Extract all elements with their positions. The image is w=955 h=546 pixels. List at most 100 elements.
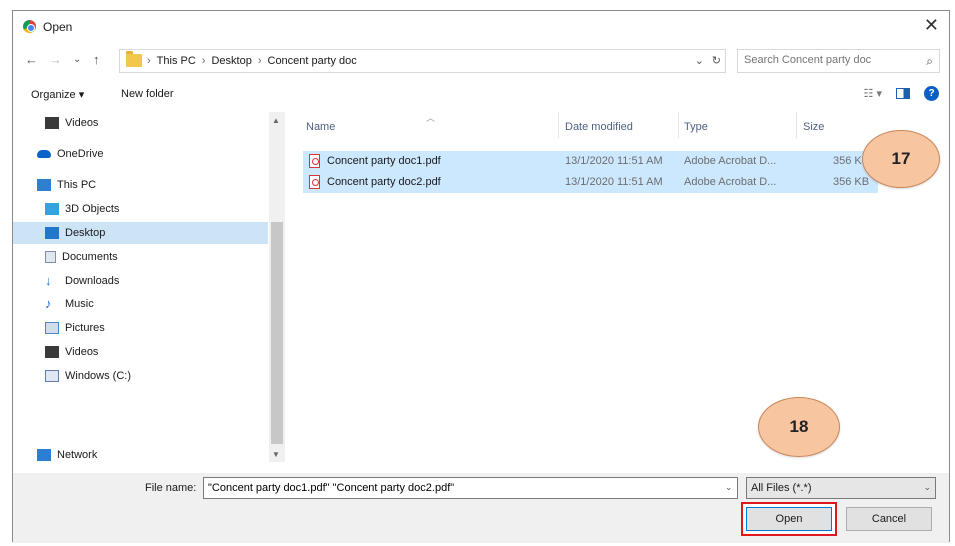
sidebar-item-downloads[interactable]: ↓ Downloads: [13, 270, 268, 292]
organize-menu[interactable]: Organize ▾: [31, 88, 84, 101]
sidebar-item-label: Windows (C:): [65, 370, 132, 382]
back-icon[interactable]: ←: [25, 52, 38, 67]
sidebar-item-videos[interactable]: Videos: [13, 112, 268, 134]
sidebar-item-onedrive[interactable]: OneDrive: [13, 143, 268, 165]
column-divider: [558, 112, 559, 138]
breadcrumb-current-folder[interactable]: Concent party doc: [268, 55, 357, 67]
music-icon: ♪: [45, 296, 52, 311]
search-input[interactable]: [744, 54, 914, 66]
pc-icon: [37, 179, 51, 191]
title-bar: Open ✕: [13, 11, 949, 41]
up-icon[interactable]: ↑: [93, 52, 100, 67]
open-button[interactable]: Open: [746, 507, 832, 531]
close-icon[interactable]: ✕: [924, 15, 939, 36]
file-name-label: File name:: [145, 482, 197, 494]
command-bar: Organize ▾ New folder ☷ ▾ ?: [13, 83, 949, 107]
column-header-name[interactable]: Name: [306, 121, 335, 133]
document-icon: [45, 251, 56, 263]
sidebar-item-label: Videos: [65, 346, 99, 358]
sidebar-scrollbar[interactable]: ▲ ▼: [269, 112, 285, 462]
address-controls: ⌄ ↻: [695, 54, 721, 67]
breadcrumb-this-pc[interactable]: This PC: [157, 55, 196, 67]
sidebar-item-pictures[interactable]: Pictures: [13, 317, 268, 339]
sidebar-item-this-pc[interactable]: This PC: [13, 174, 268, 196]
chevron-down-icon: ⌄: [923, 482, 931, 492]
file-list: ︿ Name Date modified Type Size Concent p…: [286, 112, 948, 462]
file-type: Adobe Acrobat D...: [684, 176, 777, 188]
step-callout-17: 17: [862, 130, 940, 188]
sidebar-item-label: Desktop: [65, 227, 106, 239]
sidebar-item-windows-c[interactable]: Windows (C:): [13, 365, 268, 387]
step-callout-18: 18: [758, 397, 840, 457]
video-icon: [45, 346, 59, 358]
pdf-file-icon: [309, 154, 320, 168]
column-divider: [678, 112, 679, 138]
file-type: Adobe Acrobat D...: [684, 155, 777, 167]
cube-icon: [45, 203, 59, 215]
refresh-icon[interactable]: ↻: [712, 54, 721, 67]
sidebar-item-label: OneDrive: [57, 148, 104, 160]
sidebar-item-label: Downloads: [65, 275, 120, 287]
sidebar-item-label: Pictures: [65, 322, 105, 334]
search-box[interactable]: ⌕: [737, 49, 940, 73]
video-icon: [45, 117, 59, 129]
chevron-down-icon[interactable]: ⌄: [725, 482, 733, 493]
desktop-icon: [45, 227, 59, 239]
view-controls: ☷ ▾ ?: [864, 86, 939, 101]
change-view-icon[interactable]: ☷ ▾: [864, 87, 882, 100]
sidebar-item-label: Network: [57, 449, 98, 461]
column-header-type[interactable]: Type: [684, 121, 708, 133]
breadcrumb-separator: ›: [257, 55, 262, 67]
download-icon: ↓: [45, 273, 52, 288]
file-name: Concent party doc1.pdf: [327, 155, 441, 167]
sidebar-item-label: Videos: [65, 117, 99, 129]
dialog-footer: File name: ⌄ All Files (*.*) ⌄ Open Canc…: [13, 473, 949, 543]
preview-pane-icon[interactable]: [896, 88, 910, 99]
breadcrumb-separator: ›: [201, 55, 206, 67]
file-name-field[interactable]: [203, 477, 738, 499]
file-type-filter-value: All Files (*.*): [751, 482, 812, 494]
sort-indicator-icon: ︿: [426, 113, 436, 123]
sidebar-item-documents[interactable]: Documents: [13, 246, 268, 268]
chrome-icon: [23, 20, 36, 33]
chevron-down-icon[interactable]: ⌄: [695, 54, 704, 67]
column-divider: [796, 112, 797, 138]
recent-locations-icon[interactable]: ⌄: [73, 54, 81, 65]
sidebar-item-3d-objects[interactable]: 3D Objects: [13, 198, 268, 220]
file-date-modified: 13/1/2020 11:51 AM: [565, 155, 663, 167]
new-folder-button[interactable]: New folder: [121, 88, 174, 100]
address-bar[interactable]: › This PC › Desktop › Concent party doc …: [119, 49, 726, 73]
file-type-filter[interactable]: All Files (*.*) ⌄: [746, 477, 936, 499]
cancel-button[interactable]: Cancel: [846, 507, 932, 531]
drive-icon: [45, 370, 59, 382]
sidebar-item-desktop[interactable]: Desktop: [13, 222, 268, 244]
scrollbar-thumb[interactable]: [271, 222, 283, 444]
folder-icon: [126, 51, 142, 67]
breadcrumb-desktop[interactable]: Desktop: [211, 55, 251, 67]
breadcrumb: › This PC › Desktop › Concent party doc: [147, 55, 357, 67]
sidebar-item-network[interactable]: Network: [13, 444, 268, 466]
file-name: Concent party doc2.pdf: [327, 176, 441, 188]
file-row[interactable]: Concent party doc2.pdf 13/1/2020 11:51 A…: [303, 172, 878, 193]
sidebar-item-label: 3D Objects: [65, 203, 120, 215]
open-file-dialog: Open ✕ ← → ⌄ ↑ › This PC › Desktop › Con…: [12, 10, 950, 543]
network-icon: [37, 449, 51, 461]
sidebar-item-videos-2[interactable]: Videos: [13, 341, 268, 363]
navigation-bar: ← → ⌄ ↑ › This PC › Desktop › Concent pa…: [13, 49, 949, 73]
pdf-file-icon: [309, 175, 320, 189]
sidebar-item-label: Music: [65, 298, 94, 310]
column-header-size[interactable]: Size: [803, 121, 824, 133]
navigation-pane: Videos OneDrive This PC 3D Objects Deskt…: [13, 112, 285, 462]
sidebar-item-music[interactable]: ♪ Music: [13, 293, 268, 315]
file-row[interactable]: Concent party doc1.pdf 13/1/2020 11:51 A…: [303, 151, 878, 172]
search-icon: ⌕: [926, 54, 933, 68]
file-date-modified: 13/1/2020 11:51 AM: [565, 176, 663, 188]
breadcrumb-separator: ›: [147, 55, 151, 67]
column-header-date-modified[interactable]: Date modified: [565, 121, 633, 133]
sidebar-item-label: Documents: [62, 251, 118, 263]
scroll-up-icon[interactable]: ▲: [272, 116, 280, 125]
dialog-title: Open: [43, 20, 73, 34]
scroll-down-icon[interactable]: ▼: [272, 450, 280, 459]
help-icon[interactable]: ?: [924, 86, 939, 101]
forward-icon[interactable]: →: [49, 52, 62, 67]
